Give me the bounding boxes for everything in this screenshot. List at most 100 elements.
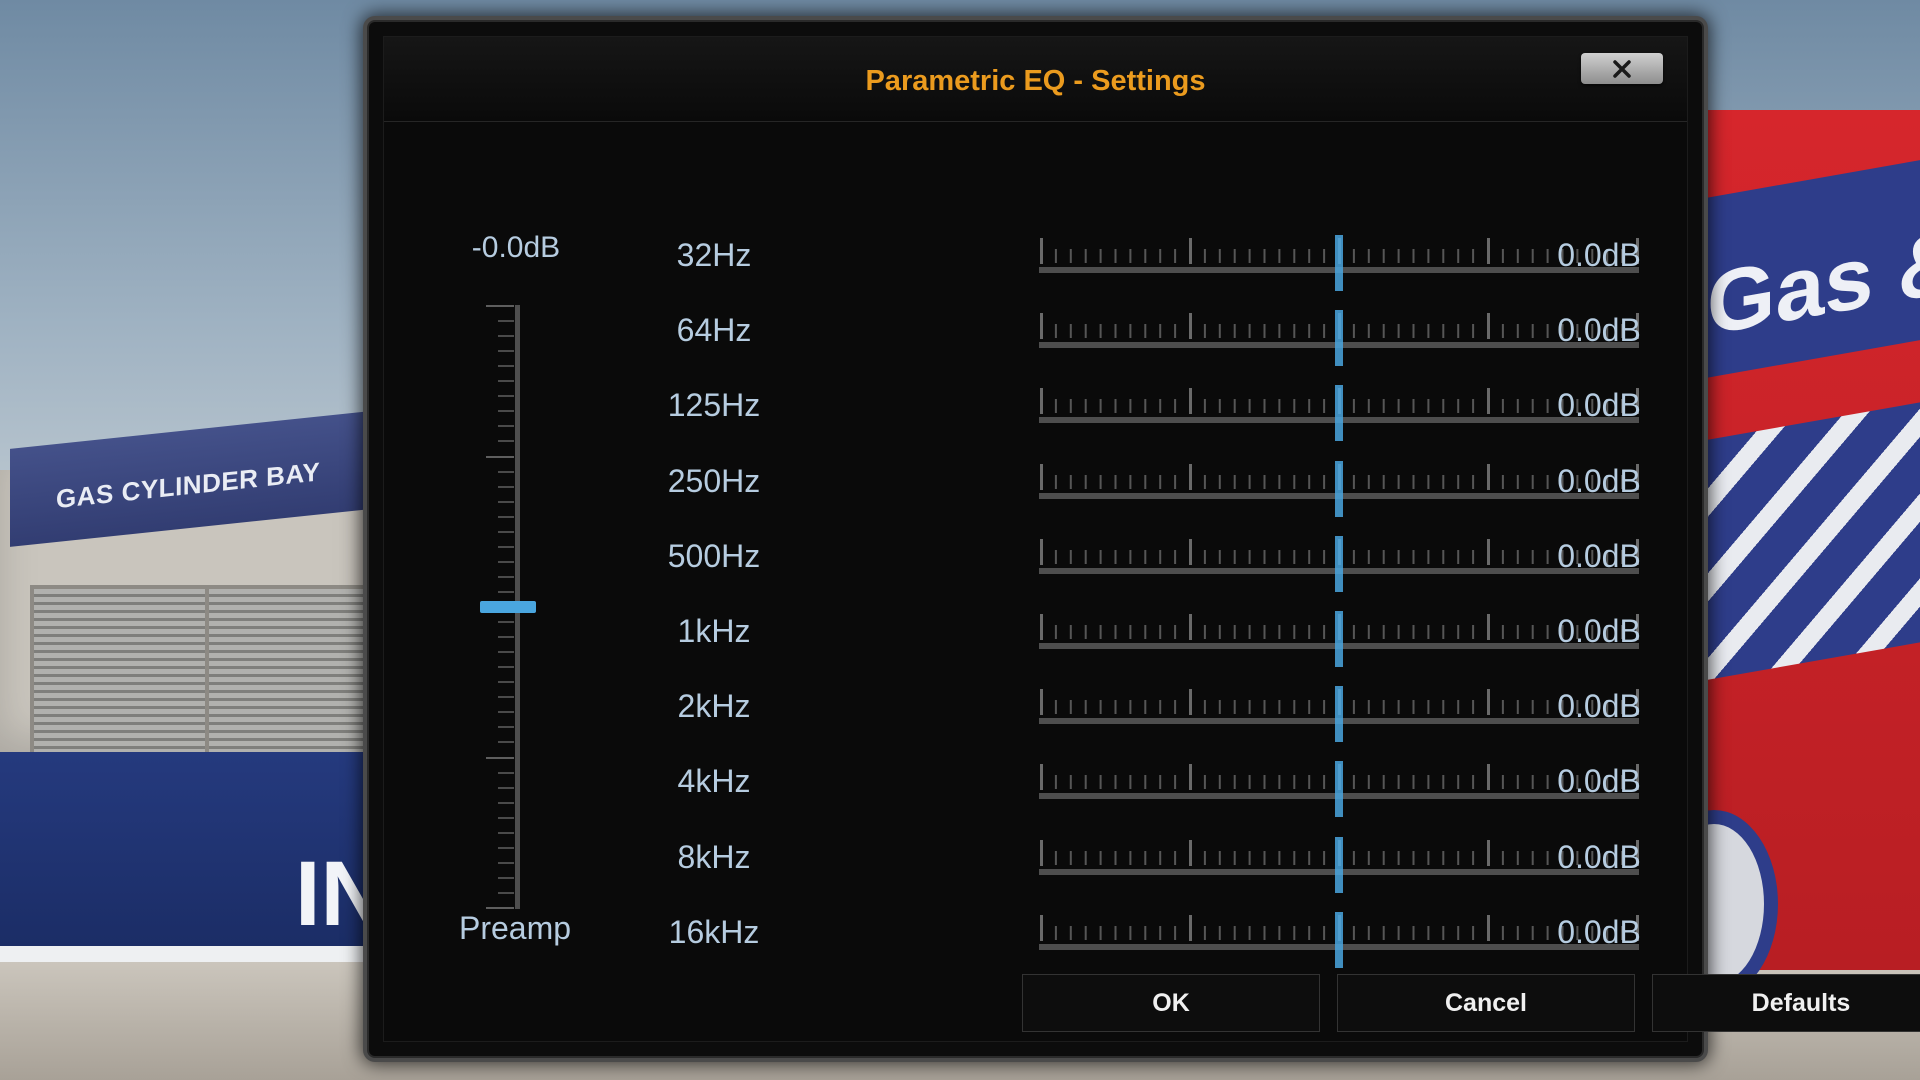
preamp-tick (498, 801, 514, 804)
band-slider-tick (1203, 474, 1206, 489)
band-slider-tick (1487, 764, 1490, 791)
band-slider-tick (1203, 549, 1206, 564)
band-slider-tick (1427, 249, 1430, 263)
band-slider-tick (1487, 313, 1490, 340)
band-slider-tick (1084, 549, 1087, 564)
defaults-button[interactable]: Defaults (1652, 974, 1920, 1032)
preamp-value: -0.0dB (471, 231, 561, 264)
band-slider-tick (1352, 474, 1355, 489)
preamp-tick (498, 590, 514, 593)
cancel-button[interactable]: Cancel (1337, 974, 1635, 1032)
band-slider-tick (1189, 463, 1192, 490)
close-button[interactable] (1581, 53, 1663, 84)
band-slider-tick (1114, 925, 1117, 940)
band-slider-tick (1054, 549, 1057, 564)
band-slider-tick (1263, 474, 1266, 489)
eq-band-row: 64Hz 0.0dB (614, 308, 1674, 374)
band-slider-tick (1352, 249, 1355, 263)
band-slider-tick (1397, 549, 1400, 564)
band-slider-tick (1382, 324, 1385, 339)
band-slider-tick (1367, 625, 1370, 639)
band-slider-tick (1397, 775, 1400, 790)
band-slider-tick (1129, 474, 1132, 489)
band-slider-tick (1457, 399, 1460, 414)
band-slider-tick (1278, 324, 1281, 339)
band-slider-tick (1069, 549, 1072, 564)
band-slider-tick (1129, 625, 1132, 639)
band-slider-tick (1069, 775, 1072, 790)
band-gain-value: 0.0dB (1557, 613, 1641, 649)
band-slider-tick (1442, 324, 1445, 339)
band-slider-tick (1159, 399, 1162, 414)
preamp-tick (498, 335, 514, 338)
preamp-tick (498, 575, 514, 578)
band-slider-tick (1218, 474, 1221, 489)
band-slider-tick (1487, 689, 1490, 716)
band-slider-tick (1054, 700, 1057, 715)
band-slider-tick (1144, 925, 1147, 940)
right-stripes (1700, 398, 1920, 682)
band-slider-tick (1144, 775, 1147, 790)
band-slider-tick (1382, 549, 1385, 564)
band-slider-tick (1352, 399, 1355, 414)
band-slider-tick (1442, 625, 1445, 639)
band-slider-tick (1203, 324, 1206, 339)
band-slider-tick (1308, 549, 1311, 564)
dialog-titlebar: Parametric EQ - Settings (384, 37, 1687, 122)
band-slider-tick (1427, 399, 1430, 414)
band-gain-value: 0.0dB (1557, 462, 1641, 499)
band-frequency-label: 125Hz (667, 387, 761, 424)
band-slider-tick (1054, 249, 1057, 263)
band-slider-tick (1159, 324, 1162, 339)
ok-button[interactable]: OK (1022, 974, 1320, 1032)
band-slider-tick (1069, 399, 1072, 414)
band-gain-value: 0.0dB (1557, 387, 1641, 424)
band-slider-tick (1263, 700, 1266, 715)
preamp-tick (498, 621, 514, 624)
band-slider-tick (1442, 700, 1445, 715)
band-slider-tick (1203, 700, 1206, 715)
preamp-slider-thumb[interactable] (480, 601, 536, 613)
band-slider-tick (1129, 925, 1132, 940)
preamp-tick (498, 696, 514, 699)
band-slider-tick (1293, 324, 1296, 339)
preamp-tick (498, 350, 514, 353)
band-slider-tick (1144, 324, 1147, 339)
band-slider-tick (1397, 700, 1400, 715)
band-slider-tick (1501, 700, 1504, 715)
band-slider-tick (1114, 549, 1117, 564)
band-slider-tick (1442, 850, 1445, 865)
band-slider-tick (1308, 850, 1311, 865)
band-slider-tick (1218, 925, 1221, 940)
band-slider-tick (1084, 249, 1087, 263)
eq-band-row: 8kHz 0.0dB (614, 835, 1674, 901)
band-slider-tick (1159, 850, 1162, 865)
band-slider-tick (1293, 700, 1296, 715)
band-slider-tick (1472, 850, 1475, 865)
band-slider-tick (1233, 925, 1236, 940)
band-slider-tick (1040, 689, 1043, 716)
band-slider-tick (1472, 474, 1475, 489)
band-frequency-label: 500Hz (667, 537, 761, 574)
eq-band-row: 32Hz 0.0dB (614, 233, 1674, 299)
band-slider-tick (1084, 625, 1087, 639)
band-slider-tick (1263, 850, 1266, 865)
preamp-tick (498, 651, 514, 654)
band-slider-tick (1457, 249, 1460, 263)
preamp-slider[interactable] (480, 305, 540, 909)
band-slider-tick (1129, 850, 1132, 865)
band-slider-tick (1501, 474, 1504, 489)
band-slider-tick (1040, 839, 1043, 866)
band-slider-tick (1203, 925, 1206, 940)
band-slider-tick (1487, 463, 1490, 490)
band-slider-tick (1099, 324, 1102, 339)
eq-band-row: 500Hz 0.0dB (614, 534, 1674, 600)
blue-wall-sign: IN (0, 752, 370, 947)
band-frequency-label: 250Hz (667, 462, 761, 499)
band-slider-tick (1457, 549, 1460, 564)
band-slider-tick (1382, 474, 1385, 489)
band-gain-value: 0.0dB (1557, 913, 1641, 950)
preamp-tick (498, 786, 514, 789)
preamp-tick (498, 560, 514, 563)
band-slider-tick (1189, 764, 1192, 791)
